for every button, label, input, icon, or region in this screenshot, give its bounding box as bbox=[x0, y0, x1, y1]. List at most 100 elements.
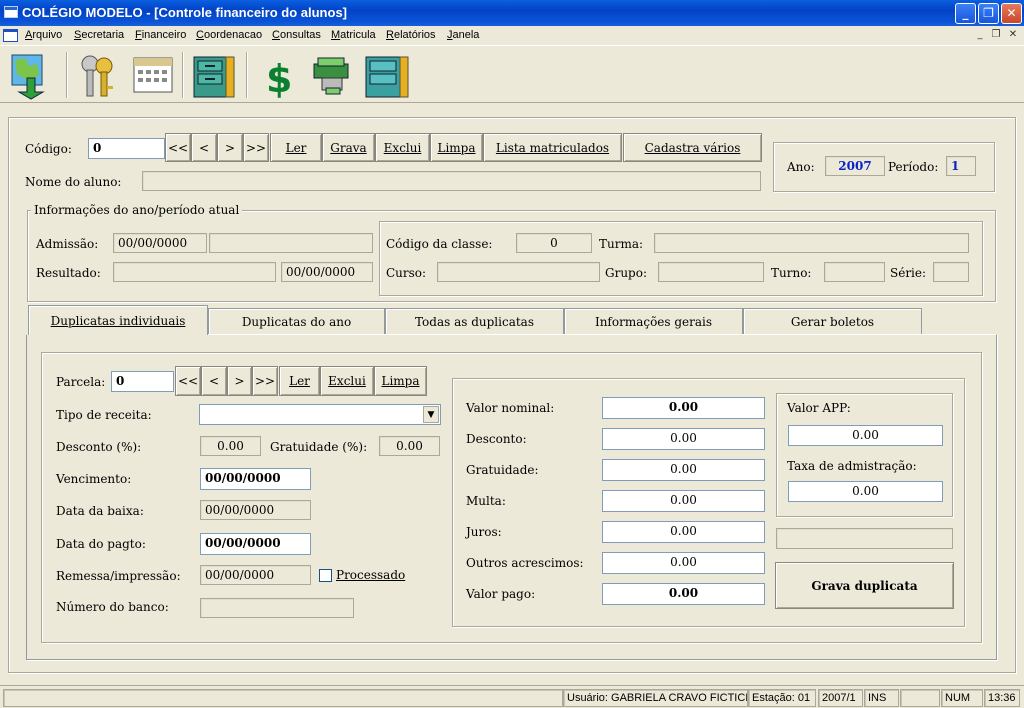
tipo-receita-label: Tipo de receita: bbox=[56, 408, 152, 422]
codigo-input[interactable]: 0 bbox=[88, 138, 165, 159]
document-icon[interactable] bbox=[3, 29, 18, 42]
outros-acrescimos-input[interactable]: 0.00 bbox=[602, 552, 765, 574]
limpa-button[interactable]: Limpa bbox=[430, 133, 483, 162]
valor-nominal-input[interactable]: 0.00 bbox=[602, 397, 765, 419]
tab-label: Gerar boletos bbox=[790, 315, 875, 329]
keys-icon[interactable] bbox=[74, 52, 124, 100]
gratuidade-input[interactable]: 0.00 bbox=[602, 459, 765, 481]
resultado-field[interactable] bbox=[113, 262, 276, 282]
restore-button[interactable]: ❐ bbox=[978, 3, 999, 24]
ano-field[interactable]: 2007 bbox=[825, 156, 885, 176]
menu-coordenacao[interactable]: Coordenacao bbox=[196, 29, 262, 41]
juros-input[interactable]: 0.00 bbox=[602, 521, 765, 543]
nome-aluno-field[interactable] bbox=[142, 171, 761, 191]
parcela-exclui-button[interactable]: Exclui bbox=[320, 366, 374, 396]
parcela-input[interactable]: 0 bbox=[111, 371, 174, 392]
processado-checkbox[interactable] bbox=[319, 569, 332, 582]
gratuidade-pct-field[interactable]: 0.00 bbox=[379, 436, 440, 456]
parcela-first-button[interactable]: << bbox=[175, 366, 201, 396]
menu-relatorios[interactable]: Relatórios bbox=[386, 29, 436, 41]
mdi-minimize-icon[interactable]: _ bbox=[973, 29, 987, 42]
parcela-last-button[interactable]: >> bbox=[252, 366, 278, 396]
valor-pago-input[interactable]: 0.00 bbox=[602, 583, 765, 605]
tab-todas-duplicatas[interactable]: Todas as duplicatas bbox=[385, 308, 564, 334]
numero-banco-field[interactable] bbox=[200, 598, 354, 618]
parcela-ler-button[interactable]: Ler bbox=[279, 366, 320, 396]
data-baixa-field[interactable]: 00/00/0000 bbox=[200, 500, 311, 520]
archive-cabinet-icon[interactable] bbox=[362, 52, 412, 100]
resultado-date-field[interactable]: 00/00/0000 bbox=[281, 262, 373, 282]
exclui-button[interactable]: Exclui bbox=[375, 133, 430, 162]
menu-secretaria[interactable]: Secretaria bbox=[74, 29, 124, 41]
close-button[interactable]: ✕ bbox=[1001, 3, 1022, 24]
chevron-down-icon[interactable]: ▼ bbox=[423, 406, 439, 423]
numero-banco-label: Número do banco: bbox=[56, 600, 169, 614]
parcela-label: Parcela: bbox=[56, 375, 106, 389]
codigo-classe-field[interactable]: 0 bbox=[516, 233, 592, 253]
parcela-limpa-button[interactable]: Limpa bbox=[374, 366, 427, 396]
info-group-caption: Informações do ano/período atual bbox=[31, 203, 243, 217]
extra-readonly-field[interactable] bbox=[776, 528, 953, 549]
tipo-receita-select[interactable]: ▼ bbox=[199, 404, 441, 425]
last-record-button[interactable]: >> bbox=[243, 133, 269, 162]
title-bar[interactable]: COLÉGIO MODELO - [Controle financeiro do… bbox=[0, 0, 1024, 26]
tab-gerar-boletos[interactable]: Gerar boletos bbox=[743, 308, 922, 334]
data-pagto-input[interactable]: 00/00/0000 bbox=[200, 533, 311, 555]
prev-record-button[interactable]: < bbox=[191, 133, 217, 162]
menu-matricula[interactable]: Matricula bbox=[331, 29, 376, 41]
desconto-input[interactable]: 0.00 bbox=[602, 428, 765, 450]
parcela-prev-button[interactable]: < bbox=[201, 366, 227, 396]
grava-duplicata-button[interactable]: Grava duplicata bbox=[775, 562, 954, 609]
mdi-close-icon[interactable]: ✕ bbox=[1006, 29, 1020, 42]
restore-icon: ❐ bbox=[983, 6, 994, 20]
turma-field[interactable] bbox=[654, 233, 969, 253]
next-record-button[interactable]: > bbox=[217, 133, 243, 162]
multa-label: Multa: bbox=[466, 494, 506, 508]
tab-duplicatas-individuais[interactable]: Duplicatas individuais bbox=[28, 305, 208, 335]
cadastra-varios-button[interactable]: Cadastra vários bbox=[623, 133, 762, 162]
menu-consultas[interactable]: Consultas bbox=[272, 29, 321, 41]
tab-label: Informações gerais bbox=[594, 315, 713, 329]
tab-informacoes-gerais[interactable]: Informações gerais bbox=[564, 308, 743, 334]
first-record-button[interactable]: << bbox=[165, 133, 191, 162]
money-printer-icon[interactable] bbox=[308, 52, 358, 100]
vencimento-input[interactable]: 00/00/0000 bbox=[200, 468, 311, 490]
menu-financeiro[interactable]: Financeiro bbox=[135, 29, 186, 41]
window-icon[interactable] bbox=[4, 6, 18, 18]
data-baixa-label: Data da baixa: bbox=[56, 504, 144, 518]
turno-field[interactable] bbox=[824, 262, 885, 282]
tab-duplicatas-ano[interactable]: Duplicatas do ano bbox=[208, 308, 385, 334]
desconto-pct-field[interactable]: 0.00 bbox=[200, 436, 261, 456]
grupo-field[interactable] bbox=[658, 262, 764, 282]
valor-app-input[interactable]: 0.00 bbox=[788, 425, 943, 446]
status-hora: 13:36 bbox=[984, 689, 1020, 707]
menu-arquivo[interactable]: Arquivo bbox=[25, 29, 62, 41]
remessa-field[interactable]: 00/00/0000 bbox=[200, 565, 311, 585]
ler-button[interactable]: Ler bbox=[270, 133, 322, 162]
valor-app-label: Valor APP: bbox=[787, 401, 851, 415]
toolbar-separator bbox=[246, 52, 248, 98]
toolbar-separator bbox=[182, 52, 184, 98]
grava-button[interactable]: Grava bbox=[322, 133, 375, 162]
serie-field[interactable] bbox=[933, 262, 969, 282]
calendar-icon[interactable] bbox=[128, 52, 178, 100]
serie-label: Série: bbox=[890, 266, 927, 280]
parcela-next-button[interactable]: > bbox=[227, 366, 252, 396]
filing-cabinet-icon[interactable] bbox=[190, 52, 240, 100]
admissao-date-field[interactable]: 00/00/0000 bbox=[113, 233, 207, 253]
map-export-icon[interactable] bbox=[7, 52, 57, 100]
admissao-extra-field[interactable] bbox=[209, 233, 373, 253]
curso-field[interactable] bbox=[437, 262, 600, 282]
multa-input[interactable]: 0.00 bbox=[602, 490, 765, 512]
periodo-field[interactable]: 1 bbox=[946, 156, 976, 176]
taxa-admistracao-input[interactable]: 0.00 bbox=[788, 481, 943, 502]
processado-label: Processado bbox=[336, 568, 406, 582]
mdi-restore-icon[interactable]: ❐ bbox=[989, 29, 1003, 42]
tab-label: Duplicatas do ano bbox=[241, 315, 352, 329]
minimize-button[interactable]: _ bbox=[955, 3, 976, 24]
codigo-label: Código: bbox=[25, 142, 72, 156]
menu-janela[interactable]: Janela bbox=[447, 29, 479, 41]
dollar-icon[interactable]: $ bbox=[256, 52, 306, 101]
menu-bar: Arquivo Secretaria Financeiro Coordenaca… bbox=[0, 26, 1024, 45]
lista-matriculados-button[interactable]: Lista matriculados bbox=[483, 133, 622, 162]
